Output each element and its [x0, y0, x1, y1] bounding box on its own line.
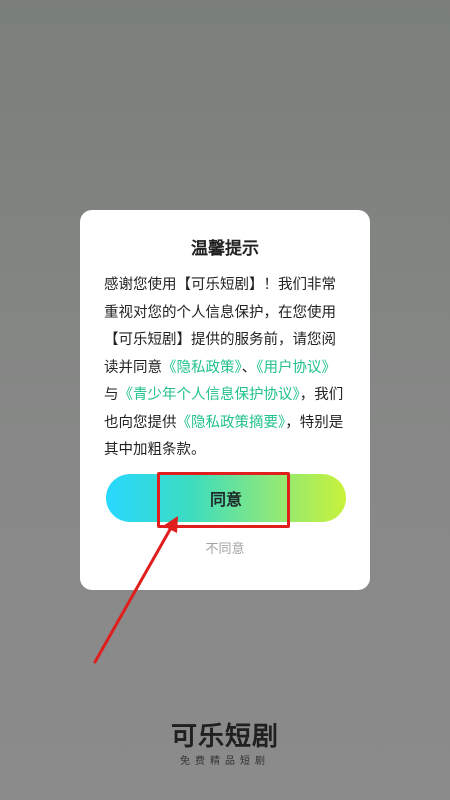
- youth-protection-link[interactable]: 《青少年个人信息保护协议》: [119, 387, 300, 403]
- privacy-summary-link[interactable]: 《隐私政策摘要》: [177, 415, 286, 431]
- dialog-body: 感谢您使用【可乐短剧】！我们非常重视对您的个人信息保护，在您使用【可乐短剧】提供…: [104, 272, 348, 465]
- user-agreement-link[interactable]: 《用户协议》: [256, 360, 336, 376]
- privacy-dialog: 温馨提示 感谢您使用【可乐短剧】！我们非常重视对您的个人信息保护，在您使用【可乐…: [80, 210, 370, 590]
- disagree-button[interactable]: 不同意: [80, 538, 370, 557]
- agree-button[interactable]: 同意: [106, 474, 346, 522]
- body-separator: 与: [104, 387, 119, 403]
- dialog-title: 温馨提示: [191, 239, 259, 259]
- body-separator: 、: [241, 359, 257, 376]
- app-slogan: 免费精品短剧: [180, 756, 270, 767]
- app-logo: 可乐短剧: [170, 722, 279, 752]
- privacy-policy-link[interactable]: 《隐私政策》: [162, 360, 242, 376]
